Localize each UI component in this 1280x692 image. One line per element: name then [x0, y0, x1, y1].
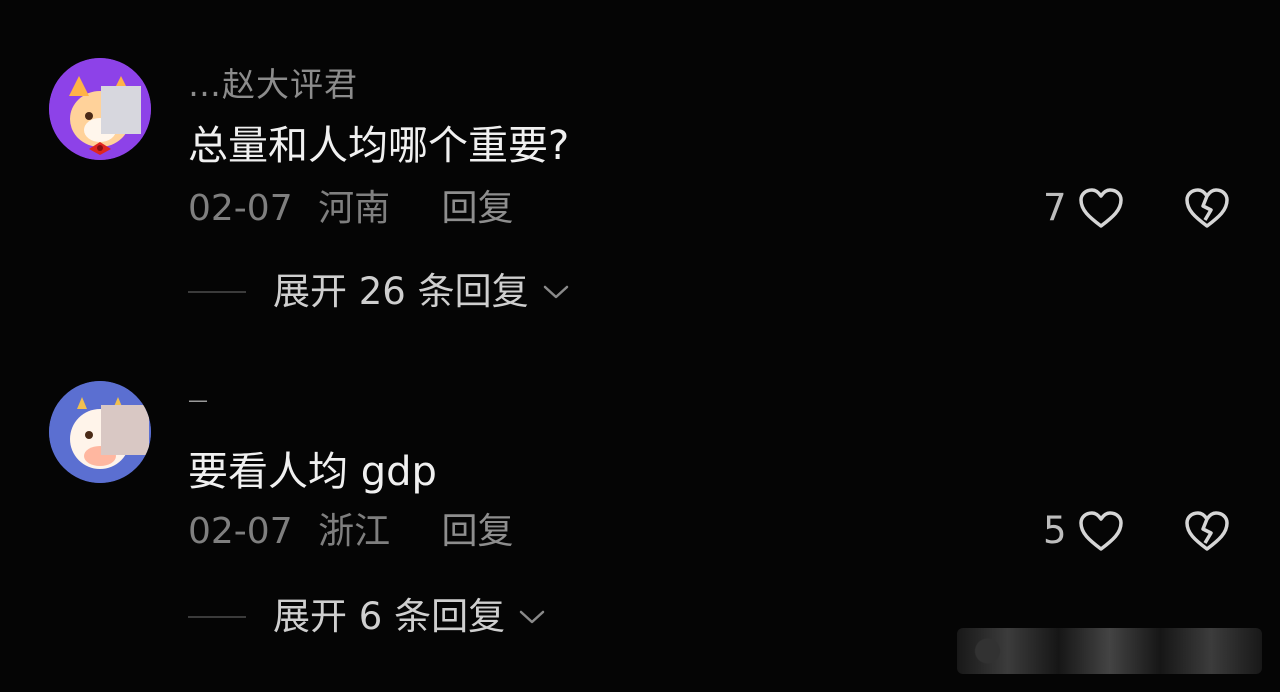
- heart-icon: [1077, 186, 1125, 230]
- reply-button[interactable]: 回复: [442, 511, 514, 552]
- like-button[interactable]: 7: [1043, 186, 1125, 230]
- username[interactable]: —: [188, 380, 209, 420]
- expand-replies-button[interactable]: 展开 6 条回复: [188, 594, 546, 640]
- avatar[interactable]: [49, 381, 151, 483]
- avatar[interactable]: [49, 58, 151, 160]
- broken-heart-icon: [1183, 186, 1231, 230]
- redacted-mask: [101, 86, 141, 134]
- comment-date: 02-07: [188, 511, 293, 552]
- heart-icon: [1077, 509, 1125, 553]
- comment-meta: 02-07 浙江 回复: [188, 510, 514, 554]
- divider-line: [188, 291, 246, 293]
- comment-text: 总量和人均哪个重要?: [188, 123, 570, 169]
- comment-region: 河南: [318, 188, 391, 229]
- expand-replies-label: 展开 6 条回复: [273, 595, 506, 638]
- comment-meta: 02-07 河南 回复: [188, 187, 514, 231]
- username[interactable]: …赵大评君: [188, 65, 358, 105]
- comment-list: …赵大评君 总量和人均哪个重要? 02-07 河南 回复 7 展开 26 条回复…: [0, 0, 1280, 692]
- divider-line: [188, 616, 246, 618]
- like-count: 7: [1043, 186, 1067, 229]
- comment-region: 浙江: [318, 511, 391, 552]
- like-count: 5: [1043, 509, 1067, 552]
- blurred-watermark: [957, 628, 1262, 674]
- comment-date: 02-07: [188, 188, 293, 229]
- redacted-mask: [101, 405, 149, 455]
- like-button[interactable]: 5: [1043, 509, 1125, 553]
- dislike-button[interactable]: [1183, 509, 1231, 553]
- broken-heart-icon: [1183, 509, 1231, 553]
- chevron-down-icon: [542, 283, 570, 305]
- comment-text: 要看人均 gdp: [188, 449, 437, 495]
- expand-replies-label: 展开 26 条回复: [273, 270, 529, 313]
- reply-button[interactable]: 回复: [442, 188, 514, 229]
- dislike-button[interactable]: [1183, 186, 1231, 230]
- expand-replies-button[interactable]: 展开 26 条回复: [188, 269, 570, 315]
- chevron-down-icon: [518, 608, 546, 630]
